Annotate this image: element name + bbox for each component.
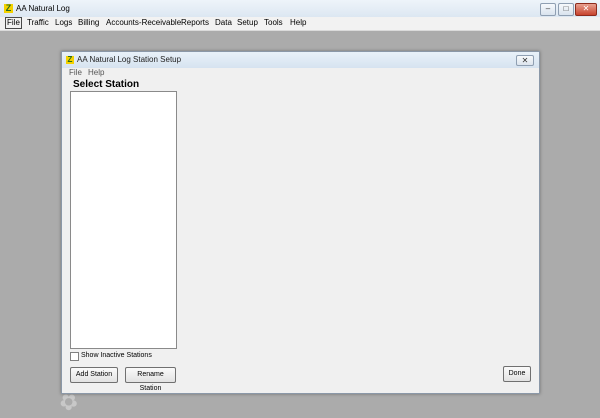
menu-accounts-receivable[interactable]: Accounts-Receivable xyxy=(105,18,182,28)
dialog-menu-help[interactable]: Help xyxy=(88,68,104,78)
close-button[interactable]: ✕ xyxy=(575,3,597,16)
show-inactive-label: Show Inactive Stations xyxy=(81,352,152,359)
menu-billing[interactable]: Billing xyxy=(77,18,100,28)
menu-data[interactable]: Data xyxy=(214,18,233,28)
dialog-title: AA Natural Log Station Setup xyxy=(77,55,182,64)
select-station-heading: Select Station xyxy=(73,79,140,90)
window-title: AA Natural Log xyxy=(16,4,70,13)
app-logo-icon: Z xyxy=(66,55,74,64)
menu-file[interactable]: File xyxy=(5,17,22,29)
main-titlebar: Z AA Natural Log – □ ✕ xyxy=(0,0,600,18)
app-logo-icon: Z xyxy=(4,3,13,13)
menu-logs[interactable]: Logs xyxy=(54,18,73,28)
minimize-button[interactable]: – xyxy=(540,3,556,16)
menu-traffic[interactable]: Traffic xyxy=(26,18,50,28)
add-station-button[interactable]: Add Station xyxy=(70,367,118,383)
menu-help[interactable]: Help xyxy=(289,18,307,28)
menu-reports[interactable]: Reports xyxy=(180,18,210,28)
rename-station-button[interactable]: Rename Station xyxy=(125,367,176,392)
main-menubar: File Traffic Logs Billing Accounts-Recei… xyxy=(0,17,600,31)
maximize-button[interactable]: □ xyxy=(558,3,574,16)
menu-tools[interactable]: Tools xyxy=(263,18,284,28)
dialog-menubar: File Help xyxy=(62,68,539,78)
dialog-menu-file[interactable]: File xyxy=(69,68,82,78)
dialog-close-button[interactable]: ✕ xyxy=(516,55,534,66)
show-inactive-checkbox[interactable] xyxy=(70,352,79,361)
done-button[interactable]: Done xyxy=(503,366,531,382)
station-listbox[interactable] xyxy=(70,91,177,349)
menu-setup[interactable]: Setup xyxy=(236,18,259,28)
station-setup-dialog: Z AA Natural Log Station Setup ✕ File He… xyxy=(61,51,540,394)
dialog-titlebar: Z AA Natural Log Station Setup ✕ xyxy=(62,52,539,68)
